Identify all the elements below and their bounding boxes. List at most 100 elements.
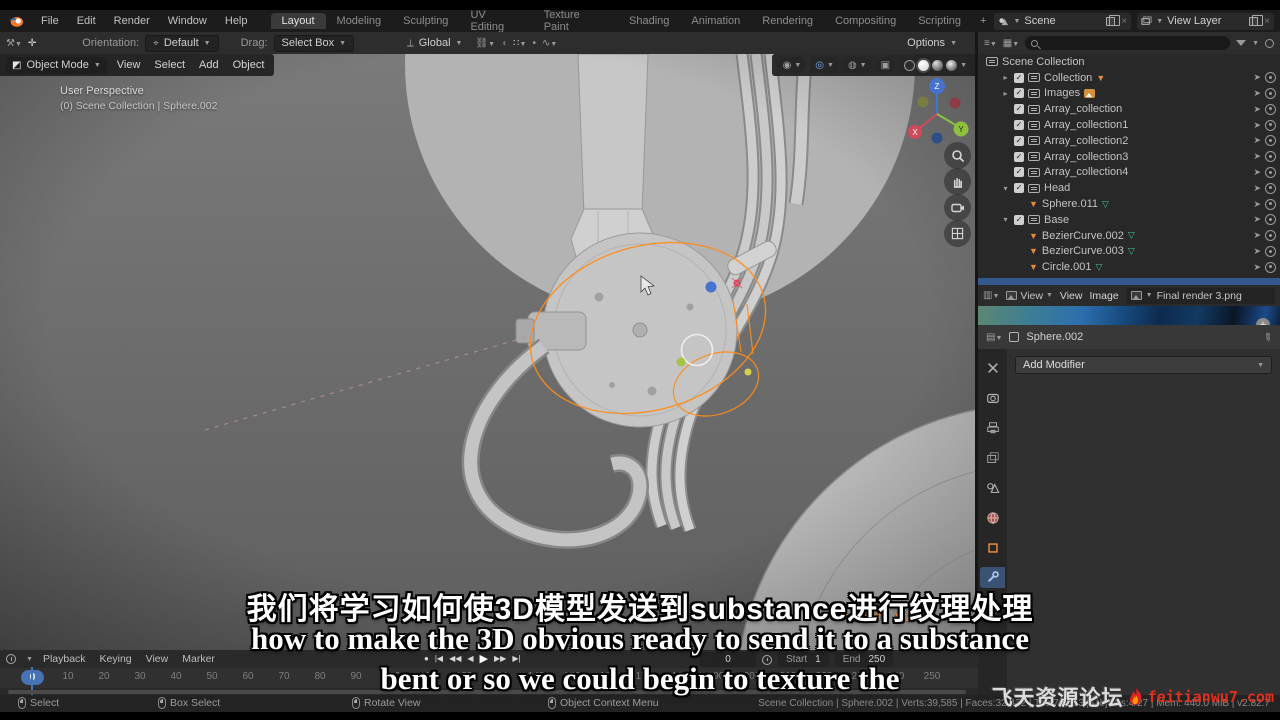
add-modifier-dropdown[interactable]: Add Modifier ▼ bbox=[1015, 356, 1272, 374]
restrict-select-icon[interactable]: ➤ bbox=[1253, 246, 1261, 257]
restrict-select-icon[interactable]: ➤ bbox=[1253, 135, 1261, 146]
tab-sculpting[interactable]: Sculpting bbox=[392, 13, 459, 29]
properties-tab-render[interactable] bbox=[980, 387, 1005, 408]
move-tool-icon[interactable]: ✛ bbox=[28, 38, 36, 49]
rendered-shading-button[interactable] bbox=[946, 59, 958, 71]
outliner-row-sphere-011[interactable]: ▼ Sphere.011 ▽ ➤ bbox=[978, 196, 1280, 212]
outliner-row-beziercurve-002[interactable]: ▼ BezierCurve.002 ▽ ➤ bbox=[978, 228, 1280, 244]
menu-file[interactable]: File bbox=[32, 15, 68, 27]
viewport-menu-add[interactable]: Add bbox=[199, 59, 219, 71]
falloff-curve-icon[interactable]: ∿▼ bbox=[542, 38, 557, 49]
tab-modeling[interactable]: Modeling bbox=[326, 13, 393, 29]
eye-icon[interactable] bbox=[1265, 261, 1276, 273]
active-tool-icon[interactable]: ⚒▼ bbox=[6, 38, 22, 49]
properties-tab-tool[interactable] bbox=[980, 357, 1005, 378]
outliner-row-array-collection3[interactable]: ✓ Array_collection3 ➤ bbox=[978, 149, 1280, 165]
overlays-dropdown[interactable]: ◍ ▼ bbox=[842, 57, 872, 73]
outliner-row-collection[interactable]: ▸ ✓ Collection ▼ ➤ bbox=[978, 70, 1280, 86]
properties-tab-scene[interactable] bbox=[980, 477, 1005, 498]
checkbox-checked[interactable]: ✓ bbox=[1014, 135, 1024, 146]
outliner-row-array-collection2[interactable]: ✓ Array_collection2 ➤ bbox=[978, 133, 1280, 149]
menu-help[interactable]: Help bbox=[216, 15, 257, 27]
eye-icon[interactable] bbox=[1265, 230, 1276, 242]
restrict-select-icon[interactable]: ➤ bbox=[1253, 72, 1261, 83]
menu-window[interactable]: Window bbox=[159, 15, 216, 27]
checkbox-checked[interactable]: ✓ bbox=[1014, 104, 1024, 115]
tab-animation[interactable]: Animation bbox=[680, 13, 751, 29]
filter-icon[interactable] bbox=[1236, 40, 1247, 46]
restrict-select-icon[interactable]: ➤ bbox=[1253, 214, 1261, 225]
tab-shading[interactable]: Shading bbox=[618, 13, 680, 29]
outliner-row-root[interactable]: Scene Collection bbox=[978, 54, 1280, 70]
outliner-selected-row[interactable] bbox=[978, 278, 1280, 285]
transform-orientation-dropdown[interactable]: ⟂ Global ▼ bbox=[400, 35, 469, 52]
viewport-menu-object[interactable]: Object bbox=[233, 59, 265, 71]
tab-scripting[interactable]: Scripting bbox=[907, 13, 972, 29]
restrict-select-icon[interactable]: ➤ bbox=[1253, 262, 1261, 273]
eye-icon[interactable] bbox=[1265, 182, 1276, 194]
display-mode-icon[interactable]: ▦▼ bbox=[1003, 38, 1019, 49]
eye-icon[interactable] bbox=[1265, 135, 1276, 147]
eye-icon[interactable] bbox=[1265, 87, 1276, 99]
zoom-button[interactable] bbox=[944, 142, 971, 169]
editor-type-icon[interactable]: ▥▼ bbox=[983, 290, 999, 301]
close-icon[interactable]: × bbox=[1119, 16, 1127, 27]
toggle-ortho-button[interactable] bbox=[944, 220, 971, 247]
gear-icon[interactable] bbox=[1265, 38, 1274, 48]
disclosure-collapsed-icon[interactable]: ▸ bbox=[1001, 89, 1010, 98]
mode-dropdown[interactable]: ◩ Object Mode ▼ bbox=[6, 56, 107, 74]
restrict-select-icon[interactable]: ➤ bbox=[1253, 230, 1261, 241]
restrict-select-icon[interactable]: ➤ bbox=[1253, 199, 1261, 210]
properties-tab-object[interactable] bbox=[980, 537, 1005, 558]
outliner-row-beziercurve-003[interactable]: ▼ BezierCurve.003 ▽ ➤ bbox=[978, 244, 1280, 260]
pin-icon[interactable]: ✎ bbox=[1260, 329, 1275, 345]
disclosure-collapsed-icon[interactable]: ▸ bbox=[1001, 73, 1010, 82]
tab-layout[interactable]: Layout bbox=[270, 13, 326, 29]
checkbox-checked[interactable]: ✓ bbox=[1014, 88, 1024, 99]
proportional-editing-icon[interactable]: • bbox=[532, 38, 536, 49]
checkbox-checked[interactable]: ✓ bbox=[1014, 72, 1024, 83]
pan-button[interactable] bbox=[944, 168, 971, 195]
new-scene-icon[interactable] bbox=[1106, 14, 1121, 26]
outliner-row-base[interactable]: ▾ ✓ Base ➤ bbox=[978, 212, 1280, 228]
add-workspace-button[interactable]: + bbox=[972, 15, 994, 27]
eye-icon[interactable] bbox=[1265, 166, 1276, 178]
eye-icon[interactable] bbox=[1265, 245, 1276, 257]
image-name-field[interactable]: ▼ Final render 3.png bbox=[1125, 287, 1275, 304]
tab-rendering[interactable]: Rendering bbox=[751, 13, 824, 29]
restrict-select-icon[interactable]: ➤ bbox=[1253, 151, 1261, 162]
restrict-select-icon[interactable]: ➤ bbox=[1253, 88, 1261, 99]
display-channel-dropdown[interactable]: View ▼ bbox=[1006, 290, 1053, 302]
drag-dropdown[interactable]: Select Box ▼ bbox=[273, 34, 355, 52]
tab-uv-editing[interactable]: UV Editing bbox=[459, 7, 532, 35]
scene-selector[interactable]: ▼ Scene × bbox=[994, 12, 1132, 30]
image-editor-menu-image[interactable]: Image bbox=[1089, 290, 1118, 302]
outliner-row-array-collection[interactable]: ✓ Array_collection ➤ bbox=[978, 101, 1280, 117]
menu-edit[interactable]: Edit bbox=[68, 15, 105, 27]
viewport-scene[interactable] bbox=[0, 54, 978, 650]
snap-magnet-icon[interactable]: ◖ bbox=[501, 38, 507, 49]
xray-toggle[interactable]: ▣ bbox=[875, 57, 896, 73]
image-editor-menu-view[interactable]: View bbox=[1060, 290, 1083, 302]
new-view-layer-icon[interactable] bbox=[1249, 14, 1264, 26]
outliner-row-array-collection1[interactable]: ✓ Array_collection1 ➤ bbox=[978, 117, 1280, 133]
disclosure-expanded-icon[interactable]: ▾ bbox=[1001, 215, 1010, 224]
material-shading-button[interactable] bbox=[932, 59, 944, 71]
blender-logo-icon[interactable] bbox=[8, 14, 24, 28]
eye-icon[interactable] bbox=[1265, 151, 1276, 163]
restrict-select-icon[interactable]: ➤ bbox=[1253, 183, 1261, 194]
editor-type-icon[interactable]: ▤▼ bbox=[986, 332, 1002, 343]
wireframe-shading-button[interactable] bbox=[904, 59, 916, 71]
outliner-row-head[interactable]: ▾ ✓ Head ➤ bbox=[978, 180, 1280, 196]
eye-icon[interactable] bbox=[1265, 119, 1276, 131]
solid-shading-button[interactable] bbox=[918, 59, 930, 71]
close-icon[interactable]: × bbox=[1262, 16, 1270, 27]
camera-view-button[interactable] bbox=[944, 194, 971, 221]
snap-target-icon[interactable]: ∷▼ bbox=[513, 38, 526, 49]
outliner-row-circle-001[interactable]: ▼ Circle.001 ▽ ➤ bbox=[978, 259, 1280, 275]
viewport-menu-select[interactable]: Select bbox=[154, 59, 185, 71]
tab-compositing[interactable]: Compositing bbox=[824, 13, 907, 29]
options-dropdown[interactable]: Options ▼ bbox=[900, 35, 964, 52]
eye-icon[interactable] bbox=[1265, 214, 1276, 226]
restrict-select-icon[interactable]: ➤ bbox=[1253, 104, 1261, 115]
